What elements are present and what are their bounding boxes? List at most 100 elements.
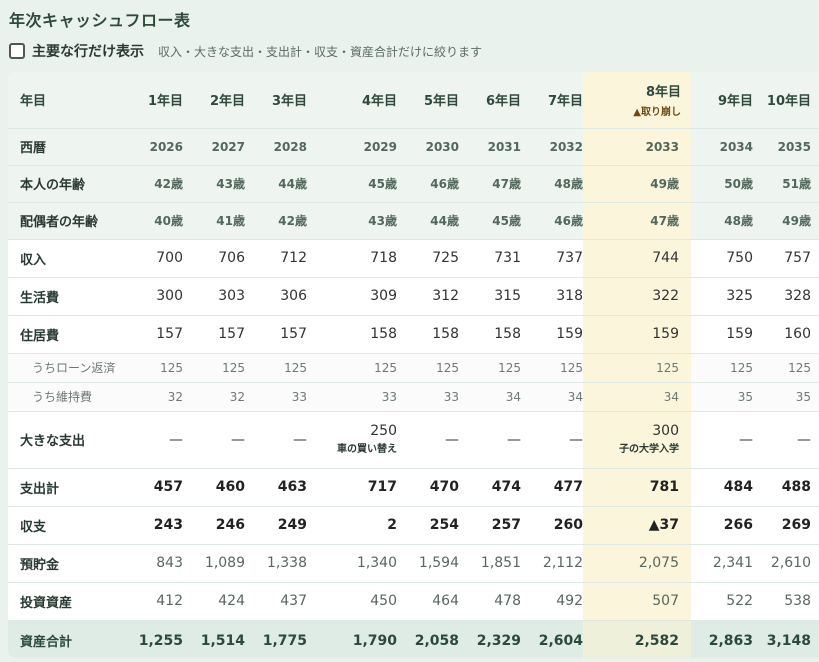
table-cell: 318 [556, 288, 583, 304]
table-cell: 300 子の大学入学 [583, 411, 691, 468]
table-cell: 257 [491, 517, 521, 533]
table-cell: 254 [429, 517, 459, 533]
table-cell: 757 [784, 250, 811, 266]
big-expense-amount: — [797, 431, 811, 448]
main-rows-checkbox[interactable] [9, 43, 25, 59]
table-cell: 706 [218, 250, 245, 266]
table-cell: 35 [795, 389, 811, 404]
table-cell: 1,338 [266, 555, 307, 571]
table-cell: 33 [291, 389, 307, 404]
table-cell: 159 [556, 326, 583, 342]
column-header-10: 10年目 [753, 72, 819, 128]
big-expense-amount: — [231, 431, 245, 448]
table-cell: 328 [784, 288, 811, 304]
table-cell: 744 [583, 239, 691, 277]
table-cell: 50歳 [724, 177, 753, 191]
row-label: 住居費 [20, 328, 60, 344]
table-cell: 51歳 [782, 177, 811, 191]
row-label: 支出計 [20, 481, 60, 497]
row-income: 収入 700 706 712 718 725 731 737 744 750 757 [8, 239, 819, 277]
table-cell: 470 [429, 479, 459, 495]
table-cell: 460 [215, 479, 245, 495]
table-cell: 325 [726, 288, 753, 304]
main-rows-toggle-label[interactable]: 主要な行だけ表示 [32, 41, 144, 61]
table-cell: — [691, 411, 753, 468]
table-cell: 322 [583, 277, 691, 315]
table-cell: 306 [280, 288, 307, 304]
table-cell: 34 [505, 389, 521, 404]
table-cell: 246 [215, 517, 245, 533]
table-cell: — [121, 411, 183, 468]
table-cell: 125 [284, 360, 307, 375]
table-cell: 309 [370, 288, 397, 304]
table-cell: 47歳 [492, 177, 521, 191]
row-age-self: 本人の年齢 42歳 43歳 44歳 45歳 46歳 47歳 48歳 49歳 50歳 51歳 [8, 165, 819, 202]
row-label: 本人の年齢 [20, 178, 86, 193]
table-cell: 249 [277, 517, 307, 533]
row-label: 大きな支出 [20, 434, 86, 449]
table-cell: 2032 [549, 139, 583, 154]
table-cell: 731 [494, 250, 521, 266]
table-cell: 40歳 [154, 214, 183, 228]
table-cell: 303 [218, 288, 245, 304]
table-cell: 424 [218, 593, 245, 609]
big-expense-amount: — [739, 431, 753, 448]
table-cell: 266 [723, 517, 753, 533]
table-cell: 464 [432, 593, 459, 609]
row-label: 西暦 [20, 141, 47, 156]
table-cell: 41歳 [216, 214, 245, 228]
table-cell: 457 [153, 479, 183, 495]
table-cell: 412 [156, 593, 183, 609]
column-header-label: 3年目 [271, 94, 307, 110]
big-expense-amount: 300 [652, 422, 679, 439]
table-cell: 125 [788, 360, 811, 375]
table-cell: 35 [737, 389, 753, 404]
column-header-label: 9年目 [717, 94, 753, 110]
table-cell: 32 [167, 389, 183, 404]
table-cell: 312 [432, 288, 459, 304]
big-expense-note: 子の大学入学 [619, 443, 679, 455]
table-cell: 160 [784, 326, 811, 342]
table-cell: 125 [160, 360, 183, 375]
big-expense-amount: — [569, 431, 583, 448]
table-cell: 1,594 [418, 555, 459, 571]
row-living: 生活費 300 303 306 309 312 315 318 322 325 328 [8, 277, 819, 315]
table-cell: 33 [443, 389, 459, 404]
table-cell: 2,112 [542, 555, 583, 571]
column-header-6: 6年目 [459, 72, 521, 128]
table-cell: 478 [494, 593, 521, 609]
table-cell: 700 [156, 250, 183, 266]
table-cell: 43歳 [368, 214, 397, 228]
column-header-label: 6年目 [485, 94, 521, 110]
table-cell: 44歳 [430, 214, 459, 228]
table-cell: 843 [156, 555, 183, 571]
column-header-7: 7年目 [521, 72, 583, 128]
main-rows-toggle[interactable]: 主要な行だけ表示 収入・大きな支出・支出計・収支・資産合計だけに絞ります [9, 41, 482, 61]
column-header-label: 10年目 [766, 94, 811, 110]
row-label: 生活費 [20, 290, 60, 306]
table-cell: 157 [218, 326, 245, 342]
row-asset-total: 資産合計 1,255 1,514 1,775 1,790 2,058 2,329 2,604 2… [8, 620, 819, 658]
table-cell: 484 [723, 479, 753, 495]
table-cell: 260 [553, 517, 583, 533]
row-maintenance: うち維持費 32 32 33 33 33 34 34 34 35 35 [8, 382, 819, 411]
table-cell: 2,075 [583, 544, 691, 582]
table-cell: 158 [432, 326, 459, 342]
table-cell: 717 [367, 479, 397, 495]
table-cell: 2,341 [712, 555, 753, 571]
row-year: 西暦 2026 2027 2028 2029 2030 2031 2032 2033 2034 20… [8, 128, 819, 165]
row-investment: 投資資産 412 424 437 450 464 478 492 507 522 538 [8, 582, 819, 620]
table-cell: 125 [222, 360, 245, 375]
table-cell: 718 [370, 250, 397, 266]
big-expense-amount: — [445, 431, 459, 448]
table-cell: 3,148 [766, 632, 811, 649]
table-cell: 42歳 [278, 214, 307, 228]
table-cell: 34 [583, 382, 691, 411]
table-cell: 492 [556, 593, 583, 609]
table-cell: 125 [436, 360, 459, 375]
table-cell: 2028 [273, 139, 307, 154]
column-header-label: 1年目 [147, 94, 183, 110]
table-cell: 463 [277, 479, 307, 495]
table-cell: 450 [370, 593, 397, 609]
header-year-label: 年目 [20, 94, 47, 110]
